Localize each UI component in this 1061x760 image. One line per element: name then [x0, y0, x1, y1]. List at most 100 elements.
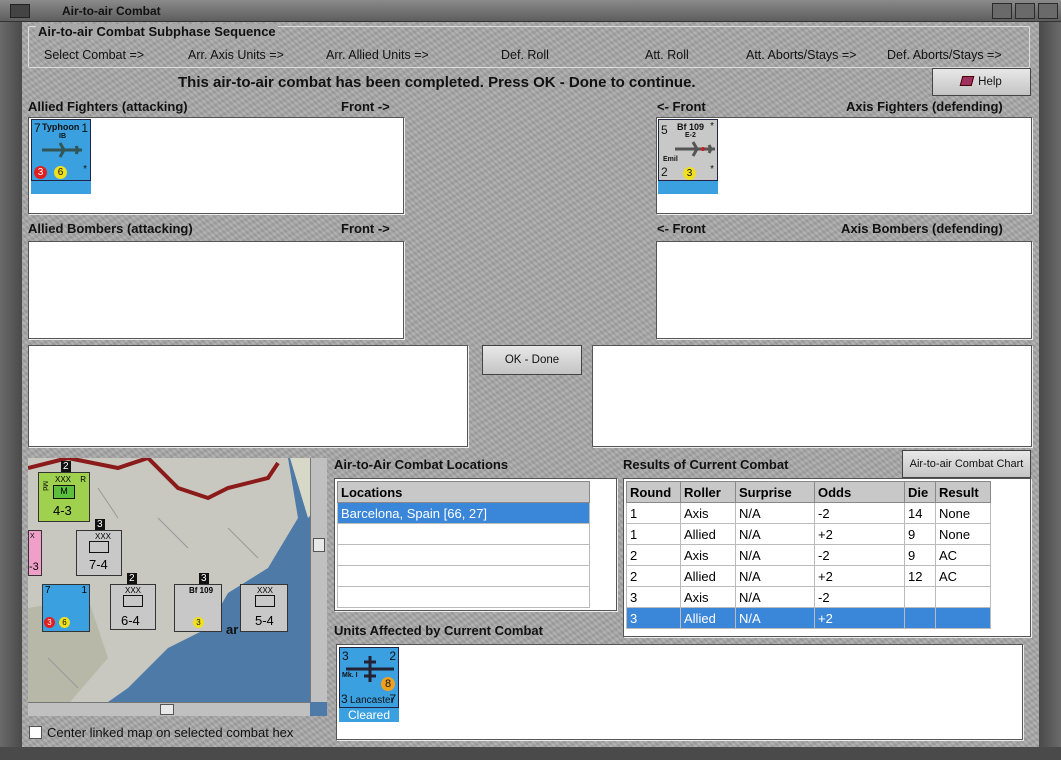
typhoon-right-value: 1: [81, 121, 88, 135]
inf1-size: XXX: [95, 532, 112, 541]
map-typhoon-red: 3: [44, 617, 55, 628]
locations-title: Air-to-Air Combat Locations: [334, 457, 509, 472]
inf3-size: XXX: [257, 586, 274, 595]
typhoon-sub: IB: [59, 133, 66, 140]
center-map-label: Center linked map on selected combat hex: [47, 725, 294, 740]
inf2-symbol-icon: [123, 595, 143, 607]
map-bf109-counter[interactable]: 3 Bf 109 3: [174, 573, 222, 632]
typhoon-status-strip: [31, 181, 91, 194]
close-button[interactable]: [1038, 3, 1058, 19]
help-button[interactable]: Help: [932, 68, 1031, 96]
inf3-symbol-icon: [255, 595, 275, 607]
results-title: Results of Current Combat: [623, 457, 789, 472]
map-inf3-counter[interactable]: XXX 5-4: [240, 584, 288, 632]
inf1-symbol-icon: [89, 541, 109, 553]
map-hscroll-thumb[interactable]: [160, 704, 174, 715]
locations-header: Locations: [337, 481, 590, 503]
window-title: Air-to-air Combat: [62, 4, 161, 18]
bf109-yellow-dot: 3: [683, 167, 696, 180]
typhoon-name: Typhoon: [42, 122, 80, 132]
typhoon-red-dot: 3: [34, 166, 47, 179]
map-place-label: ar: [226, 622, 239, 637]
allied-bombers-front: Front ->: [341, 221, 390, 236]
map-typhoon-yellow: 6: [59, 617, 70, 628]
results-row[interactable]: 3 Axis N/A -2: [626, 586, 991, 608]
combat-chart-button[interactable]: Air-to-air Combat Chart: [902, 450, 1031, 478]
minimize-button[interactable]: [992, 3, 1012, 19]
location-row[interactable]: Barcelona, Spain [66, 27]: [337, 502, 590, 524]
axis-bombers-box: [656, 241, 1032, 339]
bf109-counter[interactable]: 5 Bf 109 E-2 * Emil 2 3 *: [658, 119, 718, 181]
inf2-corps: 2: [127, 573, 137, 584]
lancaster-orange-dot: 8: [381, 677, 395, 691]
inf2-value: 6-4: [121, 613, 140, 628]
inf3-value: 5-4: [255, 613, 274, 628]
bf109-variant: Emil: [663, 156, 678, 163]
bf109-status-strip: [658, 181, 718, 194]
map-inf2-counter[interactable]: XXX 2 6-4: [110, 573, 156, 630]
step-arr-axis: Arr. Axis Units =>: [188, 48, 284, 62]
bf109-name: Bf 109: [677, 122, 705, 132]
typhoon-yellow-dot: 6: [54, 166, 67, 179]
typhoon-plane-icon: [42, 142, 82, 158]
step-select-combat: Select Combat =>: [44, 48, 145, 62]
lancaster-name: Lancaster: [350, 695, 394, 706]
map-bf109-name: Bf 109: [189, 586, 214, 595]
affected-title: Units Affected by Current Combat: [334, 623, 543, 638]
typhoon-counter[interactable]: 7 Typhoon 1 IB 3 6 *: [31, 119, 91, 181]
map-typhoon-counter[interactable]: 7 1 3 6: [42, 584, 90, 632]
maximize-button[interactable]: [1015, 3, 1035, 19]
spa-value: -3: [29, 561, 39, 573]
armor-value: 4-3: [53, 503, 72, 518]
results-row[interactable]: 2 Allied N/A +2 12 AC: [626, 565, 991, 587]
allied-fighters-front: Front ->: [341, 99, 390, 114]
map-armor-counter[interactable]: XXX 2 Md M R 4-3: [38, 461, 90, 522]
help-label: Help: [978, 76, 1002, 88]
axis-fighters-title: Axis Fighters (defending): [846, 99, 1003, 114]
window-menu-icon[interactable]: [10, 4, 30, 18]
lancaster-bottom-left: 3: [341, 692, 348, 706]
axis-bombers-front: <- Front: [657, 221, 706, 236]
allied-summary-box: [28, 345, 468, 447]
typhoon-left-value: 7: [34, 121, 41, 135]
armor-size: XXX: [55, 475, 72, 484]
results-row[interactable]: 1 Allied N/A +2 9 None: [626, 523, 991, 545]
map-vertical-scrollbar[interactable]: [310, 458, 327, 702]
armor-tag: R: [80, 475, 86, 484]
results-row[interactable]: 1 Axis N/A -2 14 None: [626, 502, 991, 524]
linked-map[interactable]: XXX 2 Md M R 4-3 X -3 XXX 3 7-4 7 1 3 6 …: [28, 458, 327, 716]
map-inf1-counter[interactable]: XXX 3 7-4: [76, 519, 122, 576]
ok-done-button[interactable]: OK - Done: [482, 345, 582, 375]
results-row[interactable]: 2 Axis N/A -2 9 AC: [626, 544, 991, 566]
left-border: [0, 22, 22, 760]
armor-corps: 2: [61, 461, 71, 472]
lancaster-counter[interactable]: 3 2 Mk. I 8 3 Lancaster 7: [339, 647, 399, 708]
lancaster-status: Cleared: [339, 708, 399, 722]
affected-units-box: [336, 644, 1023, 740]
results-header-row: Round Roller Surprise Odds Die Result: [626, 481, 991, 503]
map-vscroll-thumb[interactable]: [313, 538, 325, 552]
col-round: Round: [626, 481, 681, 503]
sequence-heading: Air-to-air Combat Subphase Sequence: [36, 24, 278, 39]
map-bf109-yellow: 3: [193, 617, 204, 628]
results-table: Round Roller Surprise Odds Die Result 1A…: [626, 481, 991, 629]
axis-bombers-title: Axis Bombers (defending): [841, 221, 1003, 236]
center-map-checkbox[interactable]: [29, 726, 42, 739]
spa-size: X: [30, 533, 35, 540]
col-odds: Odds: [814, 481, 905, 503]
map-horizontal-scrollbar[interactable]: [28, 702, 310, 716]
bf109-sub: E-2: [685, 132, 696, 139]
bottom-border: [0, 747, 1061, 760]
bf109-bottom-left: 2: [661, 165, 668, 179]
step-def-roll: Def. Roll: [501, 48, 549, 62]
lancaster-bottom-right: 7: [389, 692, 396, 706]
location-cell: Barcelona, Spain [66, 27]: [337, 502, 590, 524]
col-surprise: Surprise: [735, 481, 815, 503]
axis-fighters-front: <- Front: [657, 99, 706, 114]
locations-list[interactable]: Locations Barcelona, Spain [66, 27]: [334, 478, 617, 611]
inf2-size: XXX: [125, 586, 142, 595]
step-att-roll: Att. Roll: [645, 48, 689, 62]
allied-bombers-title: Allied Bombers (attacking): [28, 221, 193, 236]
results-row-selected[interactable]: 3 Allied N/A +2: [626, 607, 991, 629]
map-spa-counter[interactable]: X -3: [28, 530, 42, 576]
